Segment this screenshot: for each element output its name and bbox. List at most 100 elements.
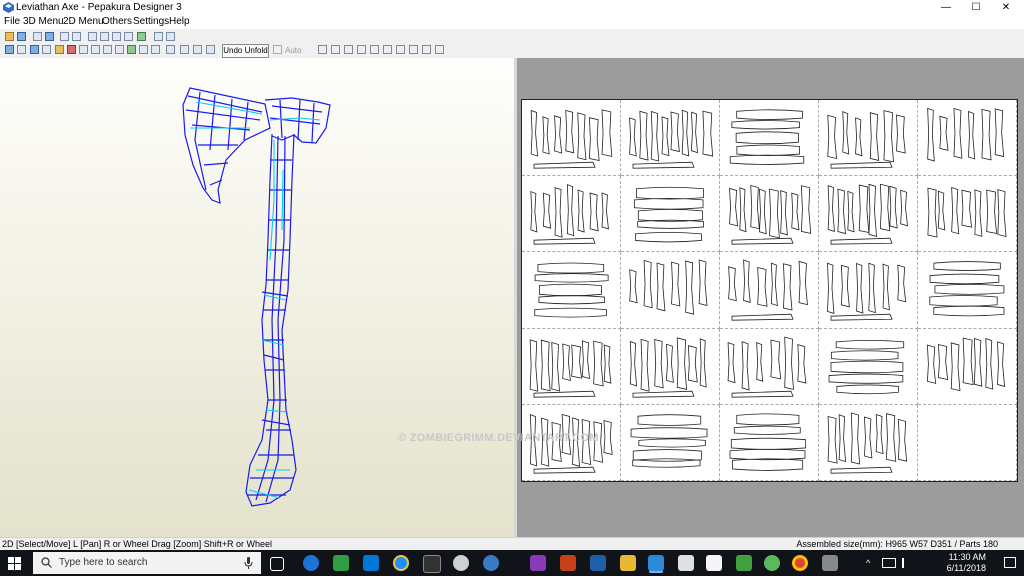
pattern-part[interactable] — [632, 458, 701, 468]
pattern-part[interactable] — [830, 466, 893, 474]
tray-chevron-icon[interactable]: ^ — [866, 558, 870, 584]
pattern-part[interactable] — [759, 188, 767, 235]
pattern-part[interactable] — [950, 342, 961, 391]
pattern-part[interactable] — [687, 344, 698, 383]
cut-icon[interactable] — [100, 32, 109, 41]
pattern-part[interactable] — [632, 390, 695, 398]
pattern-part[interactable] — [830, 161, 893, 169]
pattern-part[interactable] — [661, 116, 670, 157]
menu-others[interactable]: Others — [102, 16, 132, 27]
maximize-button[interactable]: ☐ — [961, 0, 991, 15]
pattern-part[interactable] — [900, 189, 908, 227]
pattern-part[interactable] — [588, 117, 600, 162]
pattern-part[interactable] — [691, 111, 699, 154]
pattern-part[interactable] — [830, 349, 899, 361]
3d-view[interactable] — [0, 58, 514, 537]
pattern-part[interactable] — [736, 109, 803, 120]
internet-explorer-icon[interactable] — [393, 555, 409, 571]
pattern-page[interactable] — [918, 252, 1017, 329]
pattern-part[interactable] — [756, 341, 764, 382]
open-icon[interactable] — [5, 32, 14, 41]
pattern-part[interactable] — [986, 189, 997, 235]
pattern-part[interactable] — [593, 340, 604, 386]
pattern-page[interactable] — [918, 328, 1017, 405]
flip-icon[interactable] — [72, 32, 81, 41]
menu-settings[interactable]: Settings — [133, 16, 169, 27]
pattern-part[interactable] — [533, 390, 596, 398]
auto-checkbox-box[interactable] — [273, 45, 282, 54]
notifications-icon[interactable] — [1004, 557, 1016, 568]
pattern-part[interactable] — [739, 187, 747, 233]
pattern-page[interactable] — [621, 404, 720, 481]
pattern-part[interactable] — [551, 341, 560, 392]
windows-start-icon[interactable] — [8, 557, 21, 570]
pattern-page[interactable] — [522, 328, 621, 405]
pattern-part[interactable] — [968, 110, 976, 160]
pattern-part[interactable] — [735, 131, 799, 145]
pattern-page[interactable] — [720, 100, 819, 177]
pattern-page[interactable] — [522, 100, 621, 177]
pattern-part[interactable] — [974, 189, 983, 238]
pattern-part[interactable] — [637, 209, 703, 222]
pattern-page[interactable] — [621, 328, 720, 405]
pattern-part[interactable] — [939, 115, 949, 151]
pattern-part[interactable] — [847, 191, 855, 233]
pattern-part[interactable] — [534, 273, 609, 283]
pattern-part[interactable] — [868, 183, 877, 238]
pattern-part[interactable] — [571, 344, 582, 379]
pattern-part[interactable] — [780, 190, 788, 236]
pattern-part[interactable] — [827, 415, 838, 464]
pattern-part[interactable] — [676, 337, 688, 390]
pattern-part[interactable] — [699, 337, 707, 388]
pattern-part[interactable] — [770, 339, 782, 379]
app-green2-icon[interactable] — [736, 555, 752, 571]
pattern-part[interactable] — [542, 116, 550, 155]
pattern-part[interactable] — [897, 418, 908, 462]
texture-icon[interactable] — [55, 45, 64, 54]
pattern-part[interactable] — [654, 338, 664, 388]
pattern-part[interactable] — [731, 390, 794, 398]
align-top-icon[interactable] — [357, 45, 366, 54]
pattern-part[interactable] — [636, 187, 704, 200]
pattern-page[interactable] — [918, 176, 1017, 253]
task-view-icon[interactable] — [270, 557, 284, 571]
pattern-part[interactable] — [533, 466, 596, 474]
pattern-part[interactable] — [554, 187, 563, 238]
align-center-icon[interactable] — [331, 45, 340, 54]
pattern-part[interactable] — [830, 360, 904, 373]
fold-icon[interactable] — [115, 45, 124, 54]
pattern-part[interactable] — [869, 112, 880, 161]
pattern-part[interactable] — [827, 185, 835, 233]
pattern-part[interactable] — [828, 373, 904, 384]
pattern-part[interactable] — [929, 274, 1000, 285]
pattern-part[interactable] — [769, 188, 780, 239]
pattern-part[interactable] — [542, 192, 552, 229]
pattern-part[interactable] — [840, 265, 850, 308]
pattern-part[interactable] — [791, 192, 800, 231]
close-button[interactable]: ✕ — [991, 0, 1021, 15]
text-icon[interactable] — [91, 45, 100, 54]
tray-network-icon[interactable] — [882, 558, 896, 568]
zoom-icon[interactable] — [180, 45, 189, 54]
app-purple-icon[interactable] — [530, 555, 546, 571]
bulb-icon[interactable] — [33, 32, 42, 41]
pattern-part[interactable] — [934, 284, 1005, 296]
pattern-part[interactable] — [937, 190, 946, 231]
pattern-part[interactable] — [736, 144, 800, 156]
pattern-part[interactable] — [650, 110, 660, 162]
align-middle-icon[interactable] — [370, 45, 379, 54]
pattern-part[interactable] — [534, 308, 607, 318]
pattern-part[interactable] — [629, 269, 638, 304]
pattern-part[interactable] — [837, 188, 846, 235]
pattern-part[interactable] — [827, 114, 837, 159]
window-icon[interactable] — [154, 32, 163, 41]
pattern-part[interactable] — [630, 427, 708, 439]
menu-2d[interactable]: 2D Menu — [63, 16, 104, 27]
pattern-part[interactable] — [601, 192, 609, 230]
app-green3-icon[interactable] — [764, 555, 780, 571]
snap-icon[interactable] — [422, 45, 431, 54]
app-circle-icon[interactable] — [453, 555, 469, 571]
pattern-part[interactable] — [632, 161, 695, 169]
pattern-page[interactable] — [720, 328, 819, 405]
flap-icon[interactable] — [137, 32, 146, 41]
